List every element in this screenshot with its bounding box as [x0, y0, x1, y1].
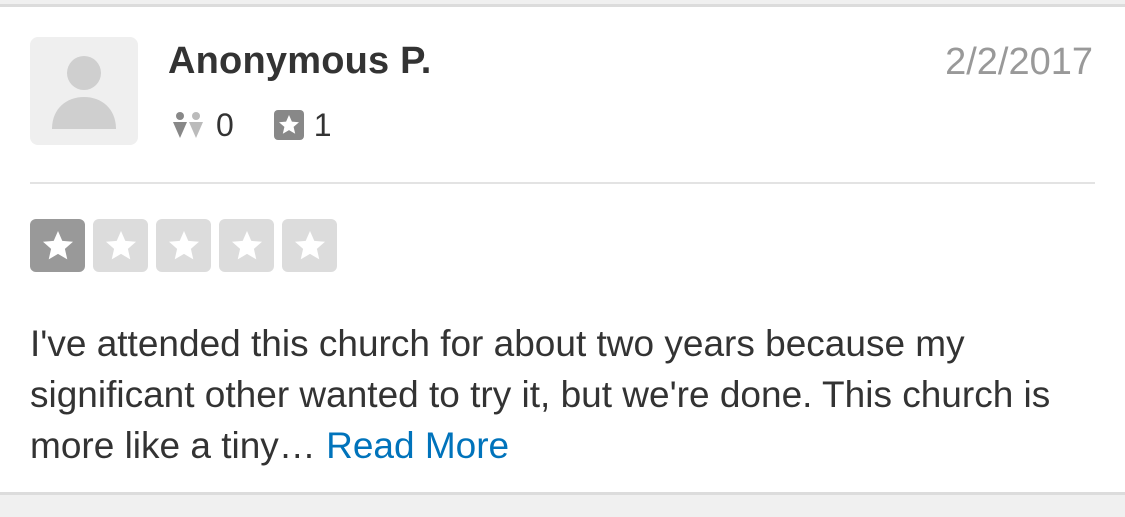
star-rating	[30, 219, 345, 272]
divider	[30, 182, 1095, 184]
avatar[interactable]	[30, 37, 138, 145]
rating-star-5	[282, 219, 337, 272]
star-icon	[231, 230, 262, 259]
friends-icon	[173, 112, 203, 138]
star-icon	[294, 230, 325, 259]
read-more-link[interactable]: Read More	[326, 425, 509, 466]
rating-star-4	[219, 219, 274, 272]
reviews-count: 1	[313, 106, 332, 143]
rating-star-2	[93, 219, 148, 272]
friends-stat: 0	[170, 107, 234, 144]
user-silhouette-icon	[52, 56, 116, 129]
star-icon	[105, 230, 136, 259]
bottom-separator	[0, 492, 1125, 495]
rating-star-1	[30, 219, 85, 272]
star-icon	[42, 230, 73, 259]
review-excerpt: I've attended this church for about two …	[30, 323, 1051, 466]
reviewer-stats: 0 1	[170, 107, 372, 143]
star-icon	[168, 230, 199, 259]
review-star-icon	[273, 110, 304, 140]
reviews-stat: 1	[273, 106, 332, 144]
reviewer-name[interactable]: Anonymous P.	[168, 40, 432, 83]
review-date: 2/2/2017	[945, 41, 1093, 83]
friends-count: 0	[216, 106, 234, 143]
review-text: I've attended this church for about two …	[30, 318, 1100, 471]
rating-star-3	[156, 219, 211, 272]
review-card: Anonymous P. 2/2/2017 0 1 I've attended …	[0, 7, 1125, 492]
